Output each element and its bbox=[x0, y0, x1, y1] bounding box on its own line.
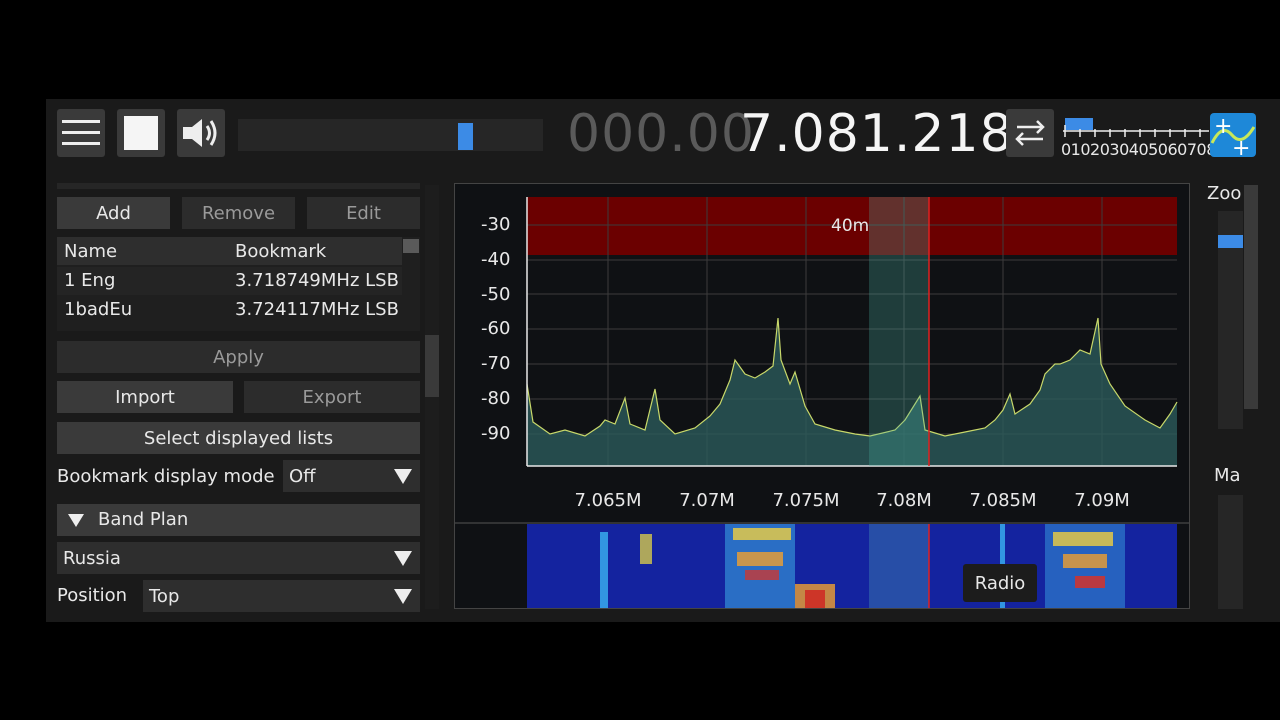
mute-button[interactable] bbox=[177, 109, 225, 157]
hamburger-menu-icon bbox=[62, 120, 100, 145]
row-bookmark: 3.724117MHz LSB bbox=[235, 299, 399, 320]
waterfall-signals bbox=[527, 524, 1177, 608]
frequency-display-leading[interactable]: 000.00 bbox=[567, 99, 755, 167]
panel-scroll-top bbox=[57, 183, 420, 189]
edit-bookmark-button[interactable]: Edit bbox=[307, 197, 420, 229]
bookmark-table[interactable]: Name Bookmark 1 Eng 3.718749MHz LSB 1bad… bbox=[57, 237, 420, 331]
stop-square-icon bbox=[124, 116, 158, 150]
y-tick-label: -40 bbox=[481, 249, 511, 270]
x-tick-label: 7.065M bbox=[574, 490, 642, 511]
display-mode-select[interactable]: Off bbox=[283, 460, 420, 492]
y-tick-label: -50 bbox=[481, 284, 511, 305]
volume-slider-thumb[interactable] bbox=[458, 123, 474, 150]
y-tick-label: -80 bbox=[481, 388, 511, 409]
column-header-bookmark[interactable]: Bookmark bbox=[235, 241, 326, 262]
x-tick-label: 7.075M bbox=[772, 490, 840, 511]
band-plan-region-value: Russia bbox=[63, 547, 121, 569]
vfo-bandwidth-highlight[interactable] bbox=[869, 197, 929, 466]
remove-bookmark-button[interactable]: Remove bbox=[182, 197, 295, 229]
display-mode-label: Bookmark display mode bbox=[57, 466, 275, 487]
band-plan-region-select[interactable]: Russia bbox=[57, 542, 420, 574]
column-header-name[interactable]: Name bbox=[64, 241, 117, 262]
svg-text:+: + bbox=[1232, 136, 1250, 157]
zoom-slider-thumb[interactable] bbox=[1218, 235, 1243, 248]
display-mode-value: Off bbox=[289, 465, 316, 487]
right-scrollbar-thumb[interactable] bbox=[1244, 185, 1258, 409]
snr-meter: 0102030405060708090 bbox=[1061, 115, 1245, 163]
select-displayed-lists-button[interactable]: Select displayed lists bbox=[57, 422, 420, 454]
row-name: 1 Eng bbox=[64, 270, 116, 291]
band-label: 40m bbox=[831, 216, 870, 236]
add-bookmark-button[interactable]: Add bbox=[57, 197, 170, 229]
band-plan-title: Band Plan bbox=[98, 509, 189, 530]
spectrum-view[interactable]: 40m -30 -40 -50 -60 -70 -80 -90 7.065M 7… bbox=[454, 183, 1190, 609]
chevron-down-icon bbox=[394, 469, 412, 484]
x-tick-label: 7.09M bbox=[1074, 490, 1130, 511]
zoom-label: Zoo bbox=[1207, 183, 1242, 204]
y-tick-label: -90 bbox=[481, 423, 511, 444]
sdr-plus-logo-icon[interactable]: + + bbox=[1210, 113, 1256, 161]
chevron-down-icon bbox=[394, 589, 412, 604]
max-label: Ma bbox=[1214, 465, 1241, 486]
y-tick-label: -30 bbox=[481, 214, 511, 235]
swap-arrows-icon bbox=[1015, 120, 1045, 146]
fft-trace-fill bbox=[527, 318, 1177, 466]
row-name: 1badEu bbox=[64, 299, 133, 320]
position-label: Position bbox=[57, 585, 128, 606]
chevron-down-icon bbox=[394, 551, 412, 566]
panel-scrollbar[interactable] bbox=[425, 185, 439, 609]
collapse-arrow-icon bbox=[68, 514, 84, 527]
y-tick-label: -70 bbox=[481, 353, 511, 374]
band-plan-header[interactable]: Band Plan bbox=[57, 504, 420, 536]
row-bookmark: 3.718749MHz LSB bbox=[235, 270, 399, 291]
max-slider[interactable] bbox=[1218, 495, 1243, 609]
table-scrollbar-thumb[interactable] bbox=[403, 239, 419, 253]
import-button[interactable]: Import bbox=[57, 381, 233, 413]
snr-meter-ticks bbox=[1063, 125, 1209, 137]
apply-button[interactable]: Apply bbox=[57, 341, 420, 373]
sdr-app-window: 000.00 7.081.218 0102030405060708090 + +… bbox=[46, 99, 1280, 622]
fft-plot[interactable] bbox=[455, 184, 1190, 609]
panel-scrollbar-thumb[interactable] bbox=[425, 335, 439, 397]
speaker-icon bbox=[183, 119, 217, 147]
position-select[interactable]: Top bbox=[143, 580, 420, 612]
vfo-tooltip: Radio bbox=[963, 564, 1037, 602]
volume-slider[interactable] bbox=[238, 119, 543, 151]
stop-button[interactable] bbox=[117, 109, 165, 157]
x-tick-label: 7.07M bbox=[679, 490, 735, 511]
swap-button[interactable] bbox=[1006, 109, 1054, 157]
export-button[interactable]: Export bbox=[244, 381, 420, 413]
x-tick-label: 7.08M bbox=[876, 490, 932, 511]
y-tick-label: -60 bbox=[481, 318, 511, 339]
x-tick-label: 7.085M bbox=[969, 490, 1037, 511]
frequency-display-value[interactable]: 7.081.218 bbox=[740, 99, 1014, 167]
position-value: Top bbox=[149, 585, 180, 607]
menu-button[interactable] bbox=[57, 109, 105, 157]
svg-text:+: + bbox=[1214, 114, 1232, 139]
